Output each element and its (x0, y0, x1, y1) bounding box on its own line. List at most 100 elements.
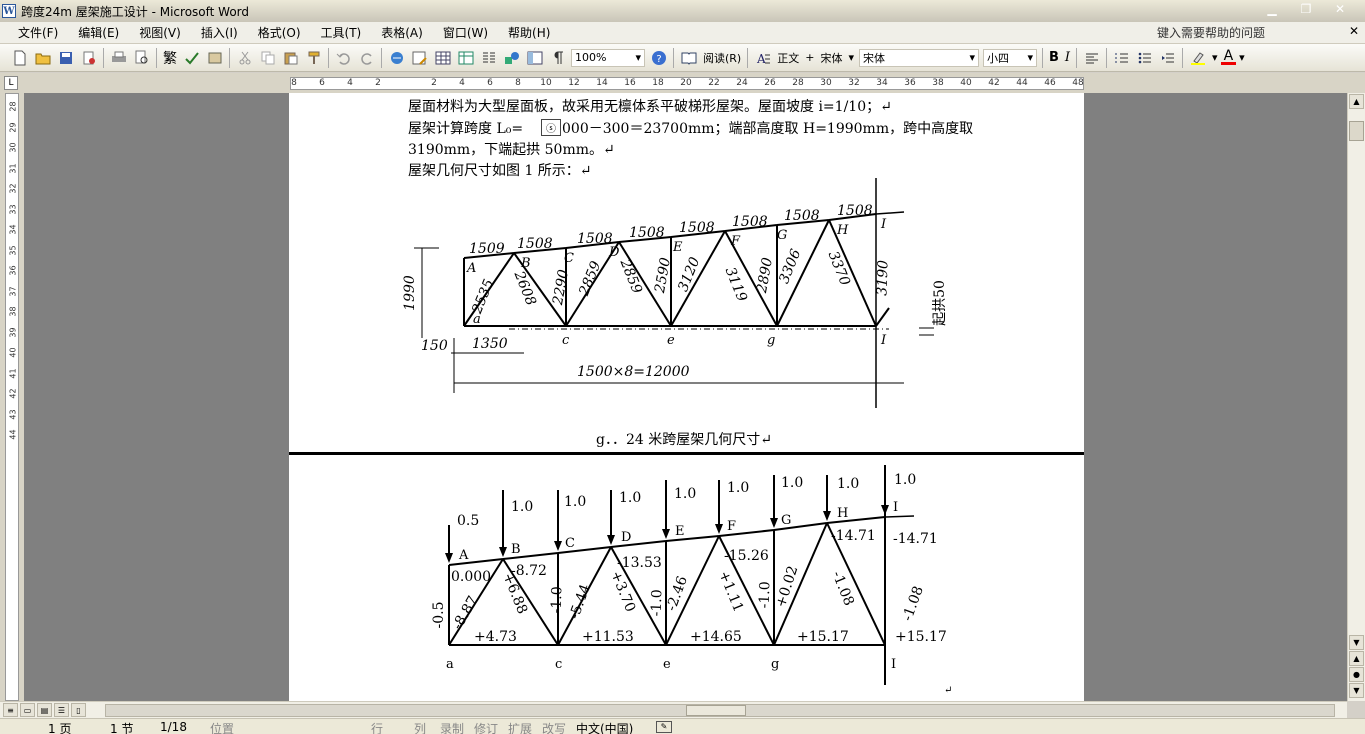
zoom-select[interactable]: 100% ▾ (571, 48, 645, 67)
title-bar: W 跨度24m 屋架施工设计 - Microsoft Word ▁ ❐ ✕ (0, 0, 1365, 22)
drawing-icon[interactable] (502, 48, 521, 67)
document-close-button[interactable]: ✕ (1349, 24, 1359, 38)
spellcheck-icon[interactable] (182, 48, 201, 67)
format-painter-icon[interactable] (304, 48, 323, 67)
figure-caption[interactable]: g．．24 米跨屋架几何尺寸↵ (596, 429, 772, 449)
vertical-scroll-thumb[interactable] (1349, 121, 1364, 141)
columns-icon[interactable] (479, 48, 498, 67)
style-select[interactable]: 正文 (774, 50, 802, 66)
indent-icon[interactable] (1158, 48, 1177, 67)
align-left-icon[interactable] (1082, 48, 1101, 67)
minimize-button[interactable]: ▁ (1255, 0, 1289, 18)
document-workspace[interactable]: 屋面材料为大型屋面板，故采用无檩体系平破梯形屋架。屋面坡度 i=1/10；↵ 屋… (24, 93, 1347, 701)
bold-button[interactable]: B (1046, 50, 1062, 65)
menu-help[interactable]: 帮助(H) (498, 24, 560, 41)
page-1[interactable]: 屋面材料为大型屋面板，故采用无檩体系平破梯形屋架。屋面坡度 i=1/10；↵ 屋… (289, 93, 1084, 453)
help-search-input[interactable]: 键入需要帮助的问题 (1157, 24, 1337, 41)
scroll-up-button[interactable]: ▲ (1349, 94, 1364, 109)
truss-force-figure[interactable]: 0.5 1.0 1.0 1.0 1.0 1.0 1.0 1.0 1.0 A B C D E F G H I 0.00… (399, 465, 959, 701)
reading-view-icon[interactable]: ▯ (71, 703, 86, 717)
font-color-button[interactable]: A (1220, 49, 1237, 65)
permission-icon[interactable] (79, 48, 98, 67)
vertical-ruler[interactable]: 28 29 30 31 32 33 34 35 36 37 38 39 40 41 42 43 44 (0, 93, 24, 701)
paragraph-span-start[interactable]: 屋架计算跨度 L₀= (408, 118, 523, 138)
style-chevron[interactable]: + (802, 51, 817, 64)
traditional-chinese-button[interactable]: 繁 (160, 48, 180, 68)
insert-table-icon[interactable] (433, 48, 452, 67)
status-extend[interactable]: 扩展 (508, 720, 532, 734)
tab-selector[interactable]: L (4, 76, 18, 90)
status-page: 1 页 (48, 722, 72, 734)
previous-page-button[interactable]: ▲ (1349, 651, 1364, 666)
status-record[interactable]: 录制 (440, 720, 464, 734)
menu-view[interactable]: 视图(V) (129, 24, 191, 41)
scroll-down-button[interactable]: ▼ (1349, 635, 1364, 650)
page-2[interactable]: 0.5 1.0 1.0 1.0 1.0 1.0 1.0 1.0 1.0 A B C D E F G H I 0.00… (289, 455, 1084, 701)
help-icon[interactable]: ? (649, 48, 668, 67)
status-track-changes[interactable]: 修订 (474, 720, 498, 734)
menu-window[interactable]: 窗口(W) (433, 24, 498, 41)
new-icon[interactable] (10, 48, 29, 67)
web-force-label: -2.46 (664, 574, 691, 613)
horizontal-scrollbar[interactable]: ≡ ▭ ▤ ☰ ▯ (0, 701, 1347, 718)
menu-file[interactable]: 文件(F) (8, 24, 68, 41)
styles-formatting-icon[interactable]: A (753, 48, 772, 67)
bullets-icon[interactable] (1135, 48, 1154, 67)
highlight-chevron[interactable]: ▾ (1209, 51, 1221, 64)
menu-insert[interactable]: 插入(I) (191, 24, 248, 41)
status-overtype[interactable]: 改写 (542, 720, 566, 734)
horizontal-scroll-track[interactable] (105, 704, 1335, 717)
paragraph-figure-ref[interactable]: 屋架几何尺寸如图 1 所示：↵ (408, 160, 592, 180)
open-icon[interactable] (33, 48, 52, 67)
save-icon[interactable] (56, 48, 75, 67)
font-color-chevron[interactable]: ▾ (1236, 51, 1248, 64)
reading-layout-icon[interactable] (679, 48, 698, 67)
horizontal-ruler[interactable]: L 8 6 4 2 2 4 6 8 10 12 14 16 18 20 22 24 26 28 30 32 34 36 38… (0, 73, 1365, 93)
ruler-track[interactable]: 8 6 4 2 2 4 6 8 10 12 14 16 18 20 22 24 26 28 30 32 34 36 38 40… (290, 77, 1084, 90)
next-page-button[interactable]: ▼ (1349, 683, 1364, 698)
redo-icon[interactable] (357, 48, 376, 67)
print-preview-icon[interactable] (132, 48, 151, 67)
paragraph-camber[interactable]: 3190mm，下端起拱 50mm。↵ (408, 139, 615, 159)
paragraph-roof-material[interactable]: 屋面材料为大型屋面板，故采用无檩体系平破梯形屋架。屋面坡度 i=1/10；↵ (408, 96, 892, 116)
italic-button[interactable]: I (1062, 50, 1073, 65)
truss-geometry-figure[interactable]: 1509 1508 1508 1508 1508 1508 1508 1508A B C D E F G H… (389, 178, 989, 428)
horizontal-scroll-thumb[interactable] (686, 705, 746, 716)
print-layout-view-icon[interactable]: ▤ (37, 703, 52, 717)
select-browse-object-button[interactable]: ● (1349, 667, 1364, 682)
document-map-icon[interactable] (525, 48, 544, 67)
hyperlink-icon[interactable] (387, 48, 406, 67)
print-icon[interactable] (109, 48, 128, 67)
vertical-scrollbar[interactable]: ▲ ▼ ▲ ● ▼ (1347, 93, 1365, 701)
research-icon[interactable] (205, 48, 224, 67)
numbering-icon[interactable] (1112, 48, 1131, 67)
undo-icon[interactable] (334, 48, 353, 67)
menu-tools[interactable]: 工具(T) (311, 24, 372, 41)
close-button[interactable]: ✕ (1323, 0, 1357, 18)
font-style-chevron[interactable]: ▾ (845, 51, 857, 64)
highlight-icon[interactable] (1188, 48, 1207, 67)
field-marker-icon[interactable]: ⓢ (541, 119, 561, 136)
status-language[interactable]: 中文(中国) (576, 720, 633, 734)
paragraph-span-end[interactable]: 000－300＝23700mm；端部高度取 H=1990mm，跨中高度取 (562, 118, 973, 138)
paste-icon[interactable] (281, 48, 300, 67)
restore-button[interactable]: ❐ (1289, 0, 1323, 18)
cut-icon[interactable] (235, 48, 254, 67)
font-name-select[interactable]: 宋体 ▾ (858, 48, 979, 67)
menu-table[interactable]: 表格(A) (371, 24, 433, 41)
menu-format[interactable]: 格式(O) (248, 24, 311, 41)
spelling-status-icon[interactable]: ✎ (656, 721, 672, 733)
word-app-icon[interactable]: W (2, 4, 16, 18)
normal-view-icon[interactable]: ≡ (3, 703, 18, 717)
web-layout-view-icon[interactable]: ▭ (20, 703, 35, 717)
copy-icon[interactable] (258, 48, 277, 67)
show-hide-icon[interactable] (548, 48, 567, 67)
outline-view-icon[interactable]: ☰ (54, 703, 69, 717)
web-force-label: -1.08 (900, 584, 927, 623)
reading-layout-button[interactable]: 阅读(R) (700, 50, 744, 66)
insert-excel-icon[interactable] (456, 48, 475, 67)
menu-edit[interactable]: 编辑(E) (68, 24, 129, 41)
tables-borders-icon[interactable] (410, 48, 429, 67)
font-size-select[interactable]: 小四 ▾ (982, 48, 1037, 67)
font-style-select[interactable]: 宋体 (817, 50, 845, 66)
